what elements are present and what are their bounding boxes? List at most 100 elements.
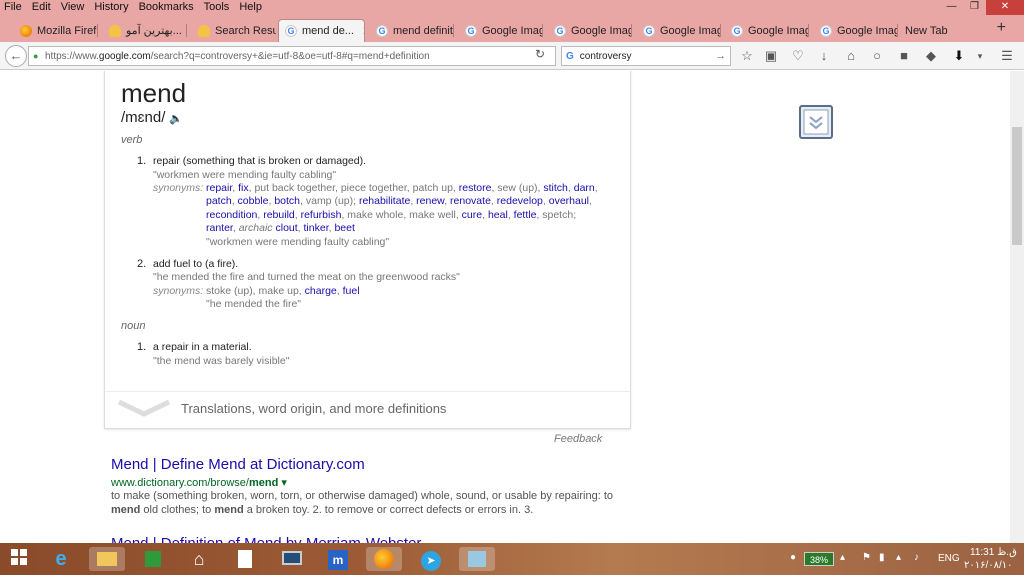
synonym-link[interactable]: fuel [343, 285, 360, 297]
feedback-link[interactable]: Feedback [554, 433, 602, 445]
firefox-taskbar-icon[interactable] [366, 547, 402, 571]
scrollbar-thumb[interactable] [1012, 127, 1022, 245]
tab-10[interactable]: New Tab [899, 19, 959, 42]
maxthon-icon[interactable]: m [325, 547, 351, 571]
pocket-icon[interactable]: ♡ [790, 48, 806, 64]
reading-list-icon[interactable]: ▣ [763, 48, 779, 64]
tray-app-icon[interactable]: ● [790, 552, 796, 563]
clock-date[interactable]: ۲۰۱۶/۰۸/۱۰ [964, 560, 1013, 571]
synonym-link[interactable]: cure [462, 209, 482, 221]
synonym-link[interactable]: charge [305, 285, 337, 297]
internet-explorer-icon[interactable]: e [48, 547, 74, 571]
tab-6[interactable]: G Google Imag... [548, 19, 632, 42]
chevron-up-icon[interactable]: ▴ [840, 552, 845, 563]
tab-0[interactable]: Mozilla Firef... [14, 19, 98, 42]
tab-7[interactable]: G Google Imag... [637, 19, 721, 42]
tab-9[interactable]: G Google Imag... [814, 19, 898, 42]
addon-colorful-icon[interactable]: ◆ [923, 48, 939, 64]
chevron-down-icon[interactable]: ▾ [972, 48, 988, 64]
synonym-link[interactable]: overhaul [549, 195, 589, 207]
synonym-link[interactable]: botch [274, 195, 300, 207]
synonym-link[interactable]: redevelop [497, 195, 543, 207]
synonym-link[interactable]: patch [206, 195, 232, 207]
battery-indicator[interactable]: 38% [804, 552, 834, 566]
more-definitions-row[interactable]: Translations, word origin, and more defi… [105, 391, 630, 428]
synonym-link[interactable]: rehabilitate [359, 195, 410, 207]
download-arrow-icon[interactable]: ⬇ [951, 48, 967, 64]
result-snippet: mend old clothes; to mend a broken toy. … [111, 504, 534, 516]
back-button[interactable]: ← [5, 45, 27, 67]
synonym-link[interactable]: tinker [304, 222, 329, 234]
synonyms-label: synonyms: [153, 285, 204, 297]
synonym-link[interactable]: renovate [450, 195, 491, 207]
network-icon[interactable]: ▴ [896, 552, 901, 563]
flag-icon[interactable]: ⚑ [862, 552, 871, 563]
result-url[interactable]: www.dictionary.com/browse/mend ▾ [111, 476, 287, 489]
volume-icon[interactable]: ♪ [914, 552, 919, 563]
home-app-icon[interactable]: ⌂ [186, 547, 212, 571]
synonym-link[interactable]: cobble [238, 195, 269, 207]
vertical-scrollbar[interactable] [1010, 71, 1024, 543]
close-window-icon[interactable]: ✕ [986, 0, 1024, 15]
synonym-link[interactable]: recondition [206, 209, 257, 221]
synonym-link[interactable]: fettle [514, 209, 537, 221]
clock-time[interactable]: 11:31 ق.ظ [970, 547, 1017, 558]
synonym-link[interactable]: clout [275, 222, 297, 234]
restore-icon[interactable]: ❐ [963, 0, 986, 15]
menu-bookmarks[interactable]: Bookmarks [134, 0, 199, 15]
synonym-link[interactable]: stitch [543, 182, 568, 194]
store-icon[interactable] [140, 547, 166, 571]
document-icon[interactable] [232, 547, 258, 571]
tab-2[interactable]: Search Resul... [192, 19, 276, 42]
downloads-icon[interactable]: ↓ [816, 48, 832, 64]
language-indicator[interactable]: ENG [938, 553, 960, 564]
search-go-icon[interactable]: → [715, 50, 730, 62]
bookmark-star-icon[interactable]: ☆ [739, 48, 755, 64]
menu-file[interactable]: File [0, 0, 27, 15]
google-icon: G [820, 24, 832, 37]
battery-icon[interactable]: ▮ [879, 552, 885, 563]
minimize-icon[interactable]: — [940, 0, 963, 15]
telegram-icon[interactable]: ➤ [418, 547, 444, 571]
menu-view[interactable]: View [56, 0, 90, 15]
synonym-link[interactable]: repair [206, 182, 232, 194]
tab-3-active[interactable]: G mend de... ✕ [278, 19, 365, 42]
new-tab-icon[interactable]: + [997, 19, 1006, 37]
app-window-icon[interactable] [459, 547, 495, 571]
chat-icon[interactable]: ○ [869, 48, 885, 64]
addon-icon[interactable]: ■ [896, 48, 912, 64]
url-bar[interactable]: ● https://www.google.com/search?q=contro… [28, 46, 556, 66]
reload-icon[interactable]: ↻ [535, 47, 545, 61]
home-icon[interactable]: ⌂ [843, 48, 859, 64]
synonym-link[interactable]: heal [488, 209, 508, 221]
result-title-link[interactable]: Mend | Define Mend at Dictionary.com [111, 456, 365, 473]
download-widget-icon[interactable] [799, 105, 833, 139]
synonym-link[interactable]: rebuild [263, 209, 295, 221]
result-title-link[interactable]: Mend | Definition of Mend by Merriam-Web… [111, 535, 421, 543]
synonym-link[interactable]: refurbish [301, 209, 342, 221]
synonym-link[interactable]: beet [334, 222, 354, 234]
tab-1[interactable]: بهترین آمو... [103, 19, 187, 42]
menu-tools[interactable]: Tools [199, 0, 235, 15]
tab-8[interactable]: G Google Imag... [725, 19, 809, 42]
monitor-icon[interactable] [279, 547, 305, 571]
tab-4[interactable]: G mend definit... [370, 19, 454, 42]
synonym-link[interactable]: darn [574, 182, 595, 194]
windows-start-icon[interactable] [6, 547, 32, 571]
synonym-link[interactable]: ranter [206, 222, 233, 234]
synonym-link[interactable]: fix [238, 182, 249, 194]
speaker-icon[interactable]: 🔈 [169, 113, 183, 125]
hamburger-menu-icon[interactable]: ☰ [999, 48, 1015, 64]
search-input[interactable]: controversy [580, 51, 715, 62]
more-definitions-link[interactable]: Translations, word origin, and more defi… [181, 401, 446, 416]
search-bar[interactable]: G controversy → [561, 46, 731, 66]
menu-history[interactable]: History [89, 0, 133, 15]
dropdown-arrow-icon[interactable]: ▾ [281, 477, 287, 489]
menu-edit[interactable]: Edit [27, 0, 56, 15]
tab-5[interactable]: G Google Imag... [459, 19, 543, 42]
close-tab-icon[interactable]: ✕ [362, 24, 364, 38]
file-explorer-icon[interactable] [89, 547, 125, 571]
synonym-link[interactable]: restore [459, 182, 492, 194]
menu-help[interactable]: Help [234, 0, 267, 15]
synonym-link[interactable]: renew [416, 195, 444, 207]
